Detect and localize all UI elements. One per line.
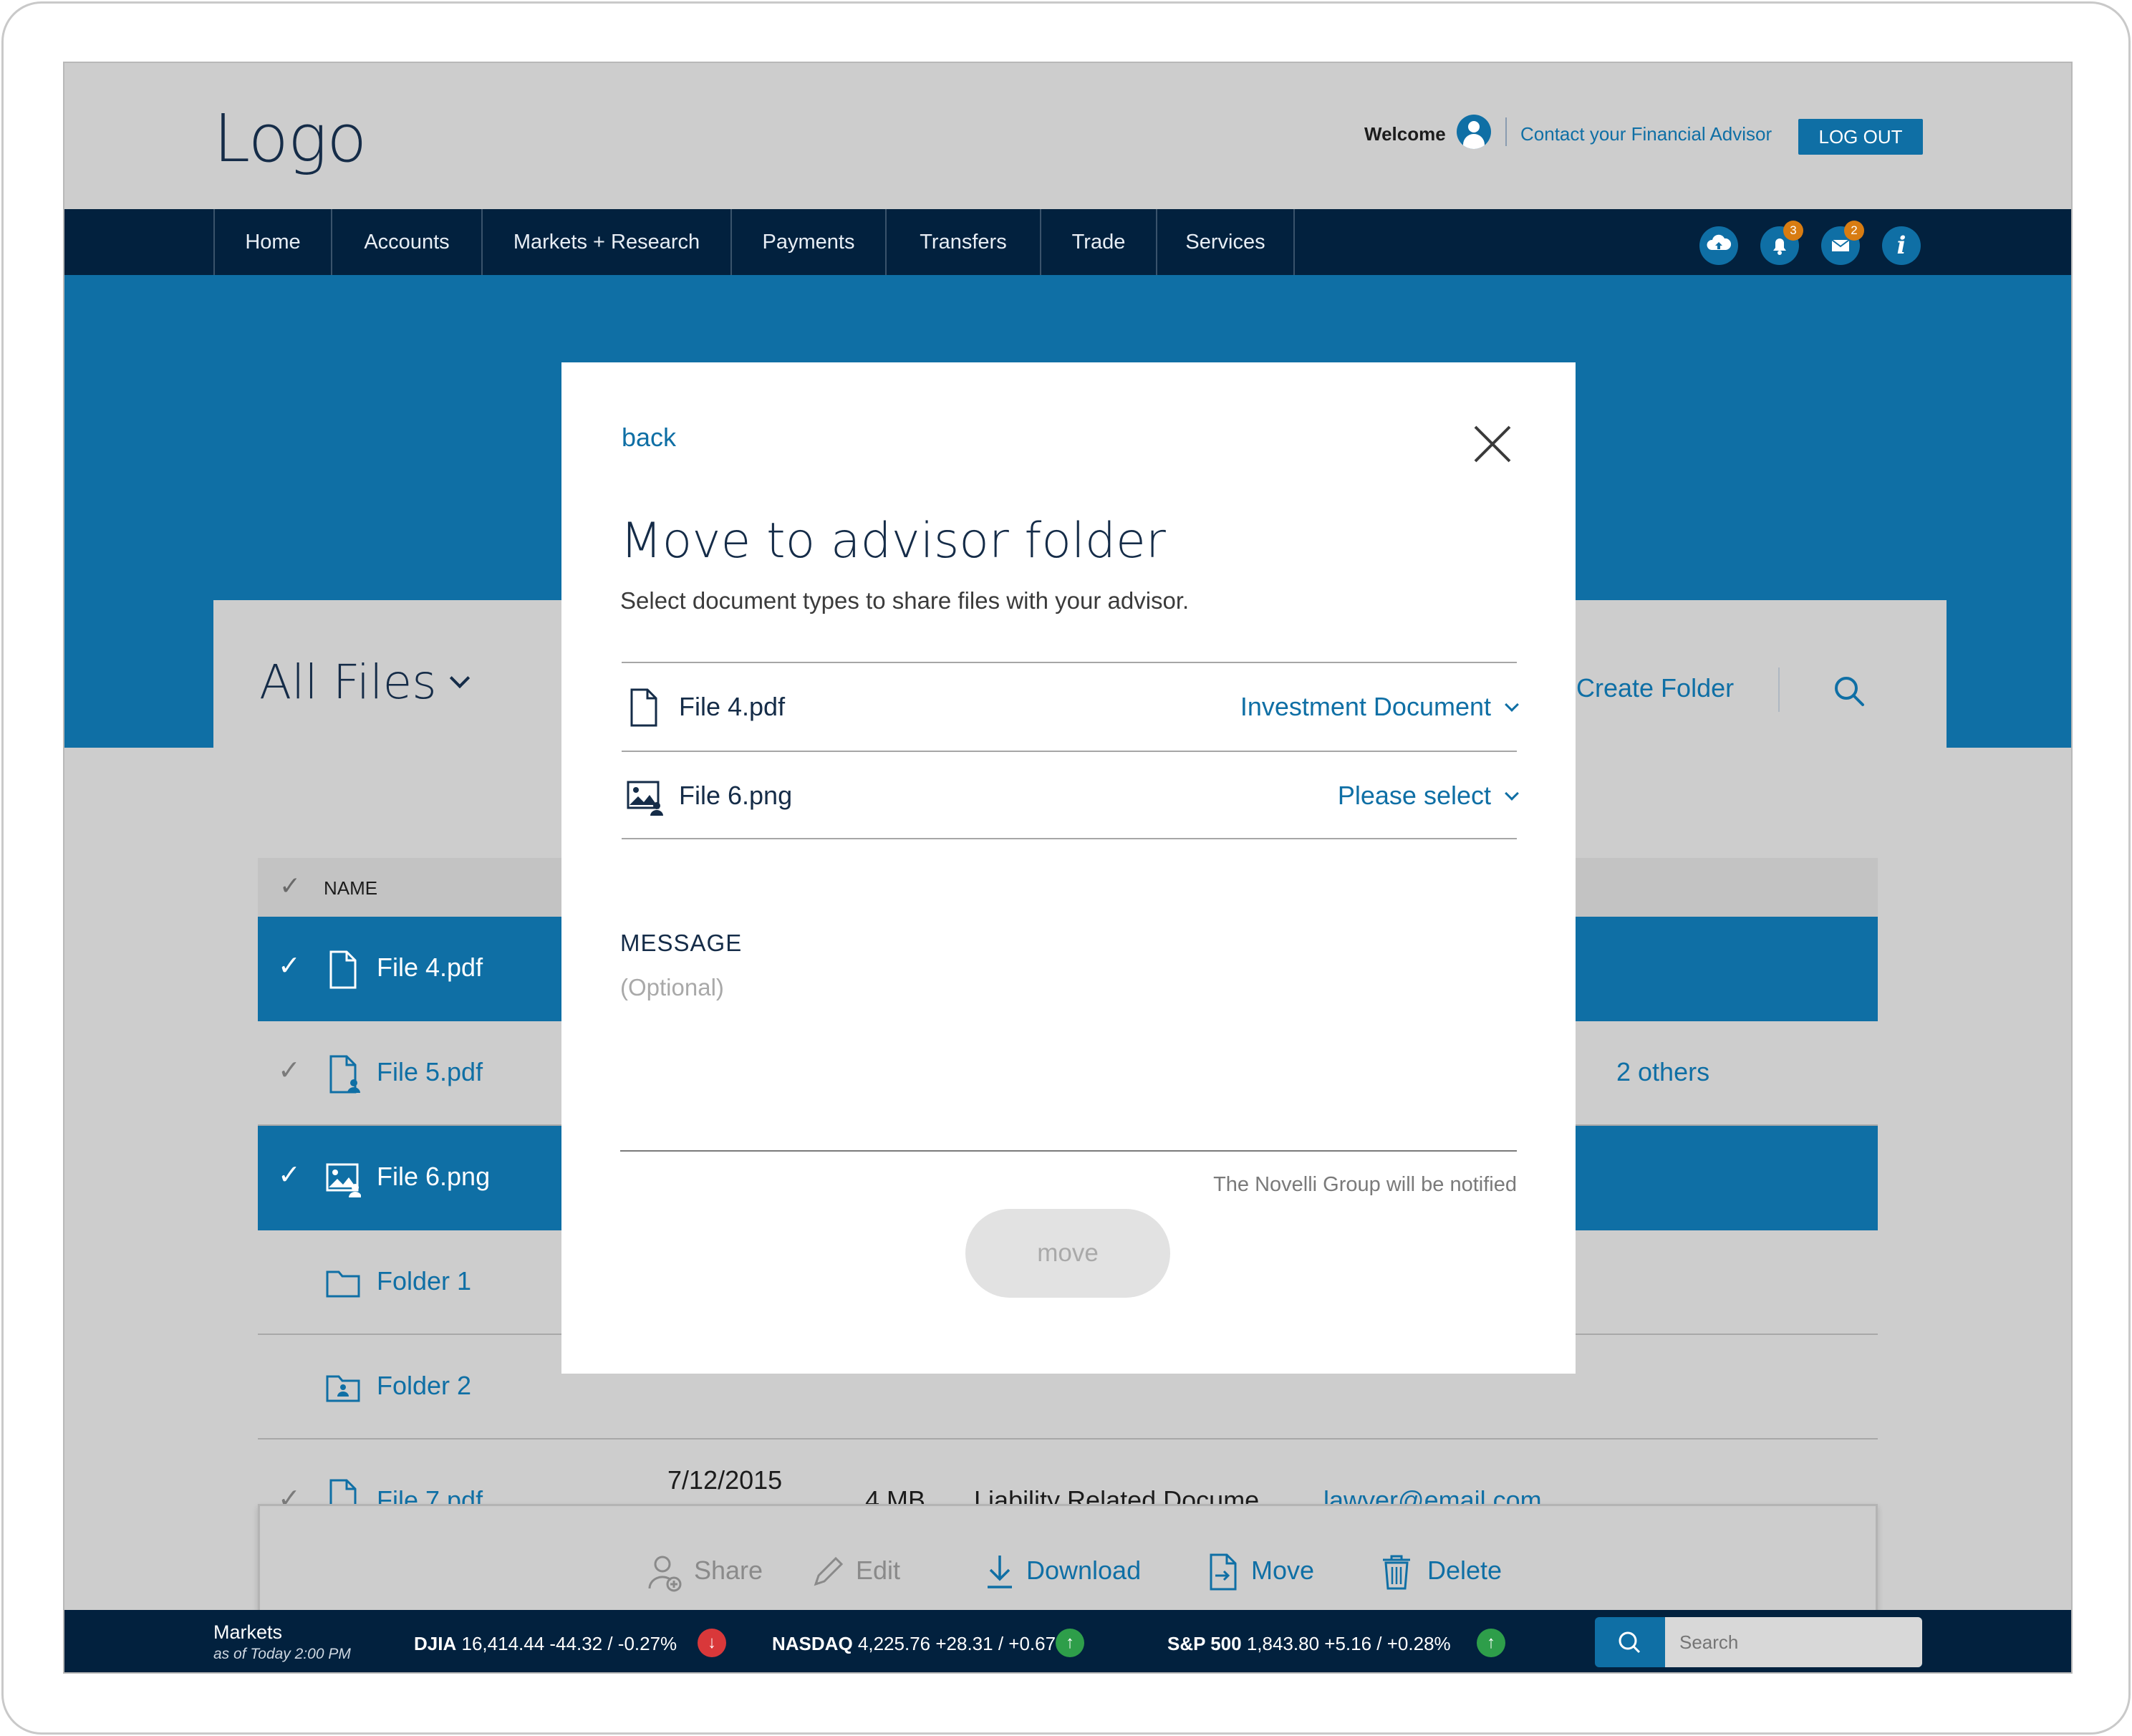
shared-document-icon [329, 1055, 360, 1094]
pencil-icon [814, 1556, 844, 1586]
image-icon [326, 1163, 361, 1197]
contact-advisor-link[interactable]: Contact your Financial Advisor [1520, 123, 1772, 145]
modal-subtitle: Select document types to share files wit… [620, 587, 1190, 614]
markets-label: Markets [213, 1621, 283, 1643]
ticker-search-input[interactable] [1665, 1617, 1922, 1667]
nav-item-accounts[interactable]: Accounts [331, 209, 481, 275]
ticker-djia[interactable]: DJIA 16,414.44 -44.32 / -0.27% [414, 1633, 677, 1655]
nav-item-markets-research[interactable]: Markets + Research [481, 209, 730, 275]
arrow-up-icon: ↑ [1056, 1629, 1084, 1657]
move-to-advisor-modal: back Move to advisor folder Select docum… [561, 362, 1576, 1374]
document-type-value: Investment Document [1240, 692, 1491, 721]
folder-name[interactable]: Folder 1 [377, 1266, 471, 1296]
notification-badge: 3 [1783, 221, 1803, 241]
all-files-dropdown[interactable]: All Files [259, 655, 470, 710]
message-underline [620, 1150, 1517, 1152]
image-icon [627, 781, 663, 816]
welcome-text: Welcome [1364, 123, 1446, 145]
file-name: File 6.png [679, 781, 793, 810]
info-icon[interactable]: i [1882, 226, 1921, 265]
main-nav: Home Accounts Markets + Research Payment… [64, 209, 2071, 275]
user-avatar-icon[interactable] [1457, 115, 1491, 149]
move-submit-button[interactable]: move [965, 1209, 1170, 1298]
edit-button[interactable]: Edit [810, 1549, 910, 1592]
arrow-down-icon: ↓ [698, 1629, 726, 1657]
shared-with-text[interactable]: 2 others [1616, 1057, 1709, 1087]
row-checkbox[interactable]: ✓ [278, 1054, 301, 1086]
modal-title: Move to advisor folder [620, 513, 1166, 569]
divider [1505, 117, 1507, 146]
row-checkbox[interactable]: ✓ [278, 1482, 301, 1507]
ticker-nasdaq[interactable]: NASDAQ 4,225.76 +28.31 / +0.67% [772, 1633, 1072, 1655]
document-icon [329, 950, 357, 989]
ticker-sp500[interactable]: S&P 500 1,843.80 +5.16 / +0.28% [1167, 1633, 1451, 1655]
search-icon[interactable] [1831, 673, 1867, 709]
message-label: MESSAGE [620, 930, 743, 956]
file-name[interactable]: File 6.png [377, 1162, 490, 1192]
document-type-dropdown[interactable]: Investment Document [1240, 692, 1519, 722]
file-date: 7/12/2015 [667, 1465, 783, 1495]
nav-item-services[interactable]: Services [1156, 209, 1295, 275]
nav-item-home[interactable]: Home [213, 209, 331, 275]
chevron-down-icon [1505, 786, 1519, 801]
file-type-row: File 4.pdf Investment Document [622, 662, 1519, 751]
ticker-search [1595, 1617, 1922, 1667]
folder-icon [326, 1270, 360, 1298]
market-ticker: Markets as of Today 2:00 PM DJIA 16,414.… [64, 1610, 2071, 1672]
document-type-dropdown[interactable]: Please select [1337, 781, 1519, 811]
shared-folder-icon [326, 1375, 360, 1402]
table-row[interactable]: ✓ File 7.pdf 4 MB Liability Related Docu… [258, 1450, 1878, 1507]
cloud-upload-icon[interactable] [1699, 226, 1738, 265]
share-button[interactable]: Share [647, 1549, 776, 1592]
bell-icon[interactable]: 3 [1760, 221, 1803, 265]
file-name[interactable]: File 5.pdf [377, 1057, 483, 1087]
delete-button[interactable]: Delete [1380, 1549, 1516, 1592]
column-header-name[interactable]: NAME [324, 877, 377, 900]
message-badge: 2 [1844, 221, 1864, 241]
file-name[interactable]: File 4.pdf [377, 953, 483, 983]
folder-name[interactable]: Folder 2 [377, 1371, 471, 1401]
logout-button[interactable]: LOG OUT [1798, 119, 1923, 155]
document-icon [329, 1479, 357, 1507]
divider [1778, 667, 1780, 712]
create-folder-button[interactable]: Create Folder [1576, 673, 1734, 703]
chevron-down-icon [449, 667, 470, 689]
move-file-icon [1210, 1553, 1237, 1591]
move-button[interactable]: Move [1207, 1549, 1328, 1592]
chevron-down-icon [1505, 698, 1519, 712]
download-icon [988, 1556, 1012, 1588]
back-link[interactable]: back [622, 423, 676, 453]
row-checkbox[interactable]: ✓ [278, 1159, 301, 1191]
nav-item-transfers[interactable]: Transfers [885, 209, 1040, 275]
markets-asof: as of Today 2:00 PM [213, 1646, 351, 1662]
document-type-value: Please select [1337, 781, 1491, 810]
all-files-title: All Files [259, 655, 437, 710]
trash-icon [1383, 1555, 1410, 1590]
header: Logo Welcome Contact your Financial Advi… [64, 63, 2071, 209]
file-name: File 4.pdf [679, 692, 786, 721]
arrow-up-icon: ↑ [1477, 1629, 1505, 1657]
share-label: Share [694, 1556, 763, 1585]
edit-label: Edit [856, 1556, 901, 1585]
move-label: Move [1251, 1556, 1315, 1585]
message-input[interactable]: (Optional) [620, 974, 724, 1001]
notify-text: The Novelli Group will be notified [1213, 1173, 1517, 1196]
select-all-checkbox[interactable]: ✓ [279, 871, 301, 901]
add-user-icon [648, 1556, 682, 1592]
logo: Logo [213, 100, 367, 177]
download-label: Download [1026, 1556, 1142, 1585]
app-screen: Logo Welcome Contact your Financial Advi… [63, 62, 2073, 1674]
file-type-row: File 6.png Please select [622, 751, 1519, 839]
nav-item-trade[interactable]: Trade [1040, 209, 1156, 275]
download-button[interactable]: Download [983, 1549, 1155, 1592]
nav-item-payments[interactable]: Payments [730, 209, 885, 275]
mail-icon[interactable]: 2 [1821, 221, 1864, 265]
delete-label: Delete [1427, 1556, 1502, 1585]
document-icon [630, 688, 657, 727]
search-icon[interactable] [1595, 1617, 1665, 1667]
row-checkbox[interactable]: ✓ [278, 950, 301, 982]
close-icon[interactable] [1471, 423, 1514, 466]
